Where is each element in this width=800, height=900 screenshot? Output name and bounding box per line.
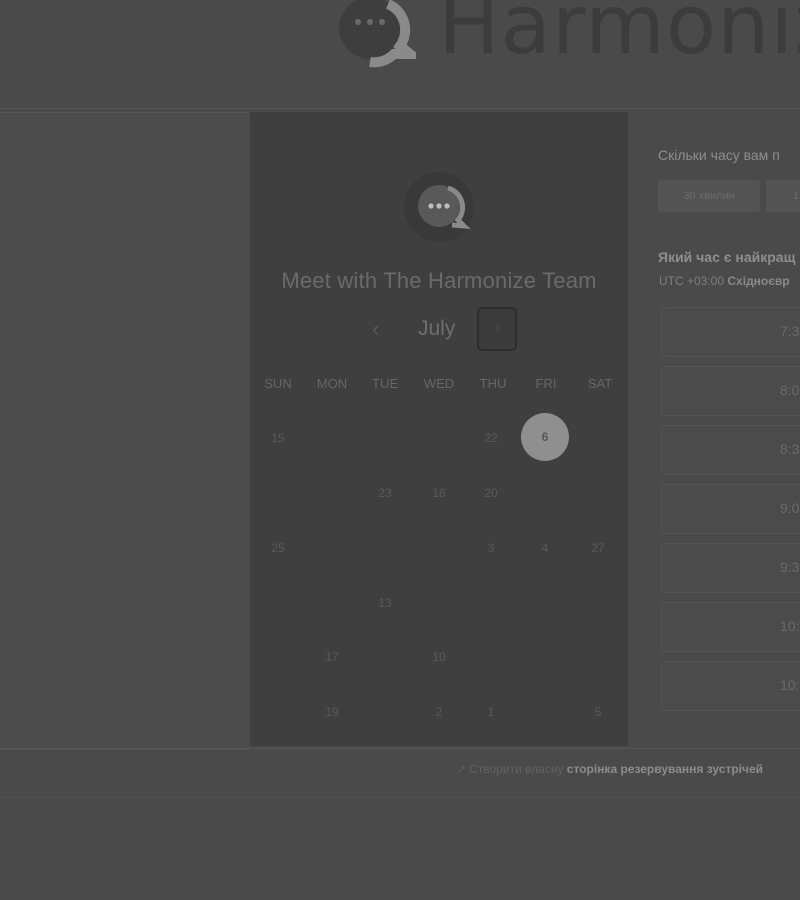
booking-panel: Скільки часу вам п 30 хвилин 1 Який час є…: [658, 112, 800, 746]
calendar-day[interactable]: 19: [312, 705, 352, 725]
calendar-day[interactable]: 25: [258, 541, 298, 561]
calendar-day[interactable]: 1: [471, 705, 511, 725]
weekday-sun: SUN: [264, 376, 292, 391]
weekday-fri: FRI: [535, 376, 557, 391]
footer-prefix: Створити власну: [469, 762, 564, 776]
time-question: Який час є найкращ: [658, 249, 796, 265]
time-slot-button[interactable]: 10:: [661, 602, 800, 652]
calendar-day[interactable]: 20: [471, 486, 511, 506]
chat-bubble-q-icon: [339, 0, 416, 68]
calendar-day[interactable]: 4: [525, 541, 565, 561]
time-slot-button[interactable]: 8:3: [661, 425, 800, 475]
timezone-name: Східноєвр: [727, 274, 790, 288]
time-slot-label: 10:: [780, 618, 800, 634]
left-panel: [0, 112, 250, 750]
duration-60-button[interactable]: 1: [766, 180, 800, 212]
time-slot-button[interactable]: 10:: [661, 661, 800, 711]
calendar-day[interactable]: 3: [471, 541, 511, 561]
calendar-day-selected[interactable]: 6: [521, 413, 569, 461]
calendar-day[interactable]: 5: [578, 705, 618, 725]
duration-options: 30 хвилин 1: [658, 180, 800, 212]
footer-link[interactable]: ↗ Створити власну сторінка резервування з…: [456, 762, 763, 776]
arrow-icon: ↗: [456, 762, 467, 776]
weekday-mon: MON: [316, 376, 348, 391]
time-slot-label: 10:: [780, 677, 800, 693]
prev-month-button[interactable]: ‹: [372, 316, 379, 342]
month-navigation: ‹ July ›: [250, 307, 628, 352]
calendar-day[interactable]: 16: [419, 486, 459, 506]
timezone-offset: UTC +03:00: [659, 274, 725, 288]
weekday-sat: SAT: [587, 376, 613, 391]
weekday-tue: TUE: [372, 376, 398, 391]
time-slot-button[interactable]: 7:3: [661, 307, 800, 357]
weekday-thu: THU: [479, 376, 507, 391]
calendar-day[interactable]: 2: [419, 705, 459, 725]
month-label: July: [418, 317, 456, 340]
calendar-day[interactable]: 15: [258, 431, 298, 451]
time-slot-button[interactable]: 9:0: [661, 484, 800, 534]
time-slot-button[interactable]: 8:0: [661, 366, 800, 416]
calendar-day[interactable]: 17: [312, 650, 352, 670]
time-slot-label: 8:3: [780, 441, 800, 457]
calendar-day[interactable]: 13: [365, 596, 405, 616]
calendar-day[interactable]: 27: [578, 541, 618, 561]
time-slot-label: 9:3: [780, 559, 800, 575]
calendar-day[interactable]: 23: [365, 486, 405, 506]
divider: [0, 108, 800, 109]
widget-title: Meet with The Harmonize Team: [281, 268, 597, 293]
time-slot-label: 9:0: [780, 500, 800, 516]
next-month-button[interactable]: ›: [477, 307, 517, 351]
duration-30-button[interactable]: 30 хвилин: [658, 180, 760, 212]
calendar-day[interactable]: 10: [419, 650, 459, 670]
time-slot-button[interactable]: 9:3: [661, 543, 800, 593]
scheduling-widget: Meet with The Harmonize Team ‹ July › SU…: [250, 112, 628, 746]
divider: [0, 748, 800, 749]
timezone-label[interactable]: UTC +03:00 Східноєвр: [659, 274, 790, 288]
weekday-wed: WED: [423, 376, 455, 391]
calendar-day[interactable]: 22: [471, 431, 511, 451]
chat-bubble-logo-icon: [404, 172, 474, 242]
divider: [0, 797, 800, 798]
brand-name: Harmonize: [438, 0, 800, 70]
time-slot-label: 8:0: [780, 382, 800, 398]
time-slot-label: 7:3: [780, 323, 800, 339]
brand-header: Harmonize: [326, 0, 800, 70]
duration-question: Скільки часу вам п: [658, 147, 780, 163]
footer-booking-link[interactable]: сторінка резервування зустрічей: [567, 762, 763, 776]
